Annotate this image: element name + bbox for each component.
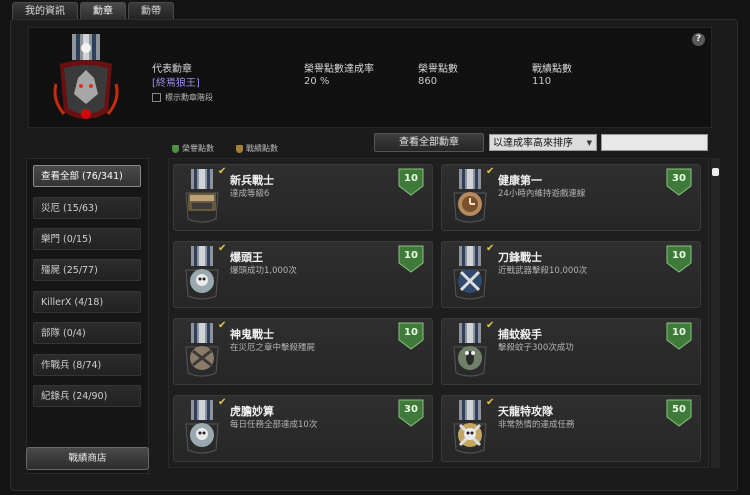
completed-check-icon: ✔ — [486, 243, 495, 254]
medal-card[interactable]: ✔ 健康第一 24小時內維持遊戲連線 30 — [441, 164, 701, 231]
representative-medal-icon — [53, 34, 119, 119]
medal-card[interactable]: ✔ 新兵戰士達成等級6 10 — [173, 164, 433, 231]
medal-card[interactable]: ✔ 天龍特攻隊非常熱情的達成任務 50 — [441, 395, 701, 462]
points-value: 10 — [672, 250, 686, 261]
show-stage-checkbox[interactable] — [152, 93, 161, 102]
legend-glory: 榮譽點數 — [172, 143, 214, 154]
green-shield-icon — [172, 144, 179, 153]
completed-check-icon: ✔ — [486, 320, 495, 331]
completed-check-icon: ✔ — [218, 166, 227, 177]
sort-dropdown[interactable]: 以達成率高來排序 ▼ — [489, 134, 597, 151]
medal-card[interactable]: ✔ 捕蚊殺手擊殺蚊子300次成功 10 — [441, 318, 701, 385]
points-value: 10 — [404, 173, 418, 184]
legend-battle: 戰績點數 — [236, 143, 278, 154]
sidebar-item-zombie[interactable]: 殭屍 (25/77) — [33, 259, 141, 281]
legend-glory-label: 榮譽點數 — [182, 144, 214, 153]
points-value: 50 — [672, 404, 686, 415]
completed-check-icon: ✔ — [486, 166, 495, 177]
medal-welcome-icon — [185, 169, 219, 223]
medal-card[interactable]: ✔ 刀鋒戰士近戰武器擊殺10,000次 10 — [441, 241, 701, 308]
search-input[interactable] — [601, 134, 708, 151]
medal-description: 24小時內維持遊戲連線 — [498, 189, 586, 199]
battle-shop-button[interactable]: 戰績商店 — [26, 447, 149, 470]
grid-scrollbar[interactable] — [711, 158, 720, 468]
medal-swords-icon — [453, 246, 487, 300]
sidebar-item-disaster[interactable]: 災厄 (15/63) — [33, 197, 141, 219]
completed-check-icon: ✔ — [486, 397, 495, 408]
medal-title: 刀鋒戰士 — [498, 251, 542, 264]
medal-description: 擊殺蚊子300次成功 — [498, 343, 574, 353]
help-icon[interactable]: ? — [692, 33, 705, 46]
medal-skull-icon — [185, 246, 219, 300]
points-badge: 30 — [666, 168, 692, 196]
legend-battle-label: 戰績點數 — [246, 144, 278, 153]
tab-ribbons[interactable]: 勳帶 — [128, 2, 174, 19]
medal-summary-panel — [28, 27, 712, 128]
medal-guns-icon — [185, 323, 219, 377]
points-badge: 10 — [398, 245, 424, 273]
scrollbar-thumb[interactable] — [712, 168, 719, 176]
medal-bug-icon — [453, 323, 487, 377]
points-badge: 10 — [666, 245, 692, 273]
battle-points-value: 110 — [532, 76, 552, 87]
medal-skullx-icon — [453, 400, 487, 454]
medal-title: 新兵戰士 — [230, 174, 274, 187]
points-value: 10 — [404, 250, 418, 261]
points-badge: 10 — [398, 322, 424, 350]
tab-my-info[interactable]: 我的資訊 — [12, 2, 78, 19]
view-all-medals-button[interactable]: 查看全部勳章 — [374, 133, 484, 152]
medal-card[interactable]: ✔ 神鬼戰士在災厄之章中擊殺殭屍 10 — [173, 318, 433, 385]
medal-title: 捕蚊殺手 — [498, 328, 542, 341]
chevron-down-icon: ▼ — [586, 139, 592, 147]
points-value: 10 — [404, 327, 418, 338]
medal-title: 爆頭王 — [230, 251, 263, 264]
medal-skull-icon — [185, 400, 219, 454]
rep-medal-value: [終焉狼王] — [152, 78, 200, 89]
sidebar-item-combat[interactable]: 作戰兵 (8/74) — [33, 354, 141, 376]
points-value: 30 — [404, 404, 418, 415]
sidebar-item-all[interactable]: 查看全部 (76/341) — [33, 165, 141, 187]
points-badge: 10 — [398, 168, 424, 196]
medal-description: 每日任務全部達成10次 — [230, 420, 318, 430]
glory-points-label: 榮譽點數 — [418, 64, 458, 75]
glory-rate-value: 20 % — [304, 76, 330, 87]
medal-description: 近戰武器擊殺10,000次 — [498, 266, 588, 276]
points-value: 30 — [672, 173, 686, 184]
sidebar-item-killerx[interactable]: KillerX (4/18) — [33, 291, 141, 313]
sidebar-item-paradise[interactable]: 樂門 (0/15) — [33, 228, 141, 250]
sidebar-item-squad[interactable]: 部隊 (0/4) — [33, 322, 141, 344]
medal-description: 非常熱情的達成任務 — [498, 420, 575, 430]
points-badge: 30 — [398, 399, 424, 427]
battle-points-label: 戰績點數 — [532, 64, 572, 75]
show-stage-label: 標示勳章階段 — [165, 93, 213, 102]
medal-title: 天龍特攻隊 — [498, 405, 553, 418]
medal-card[interactable]: ✔ 虎膽妙算每日任務全部達成10次 30 — [173, 395, 433, 462]
completed-check-icon: ✔ — [218, 397, 227, 408]
points-badge: 10 — [666, 322, 692, 350]
glory-rate-label: 榮譽點數達成率 — [304, 64, 374, 75]
points-badge: 50 — [666, 399, 692, 427]
medal-card[interactable]: ✔ 爆頭王爆頭成功1,000次 10 — [173, 241, 433, 308]
sidebar-item-record[interactable]: 紀錄兵 (24/90) — [33, 385, 141, 407]
medal-clock-icon — [453, 169, 487, 223]
tab-medals[interactable]: 勳章 — [80, 2, 126, 19]
medal-title: 神鬼戰士 — [230, 328, 274, 341]
points-value: 10 — [672, 327, 686, 338]
rep-medal-label: 代表勳章 — [152, 64, 192, 75]
medal-title: 虎膽妙算 — [230, 405, 274, 418]
gold-shield-icon — [236, 144, 243, 153]
top-tabs: 我的資訊 勳章 勳帶 — [12, 2, 174, 19]
completed-check-icon: ✔ — [218, 320, 227, 331]
medal-description: 達成等級6 — [230, 189, 270, 199]
completed-check-icon: ✔ — [218, 243, 227, 254]
glory-points-value: 860 — [418, 76, 438, 87]
medal-description: 爆頭成功1,000次 — [230, 266, 297, 276]
sort-dropdown-value: 以達成率高來排序 — [493, 138, 573, 149]
medal-title: 健康第一 — [498, 174, 542, 187]
medal-description: 在災厄之章中擊殺殭屍 — [230, 343, 316, 353]
